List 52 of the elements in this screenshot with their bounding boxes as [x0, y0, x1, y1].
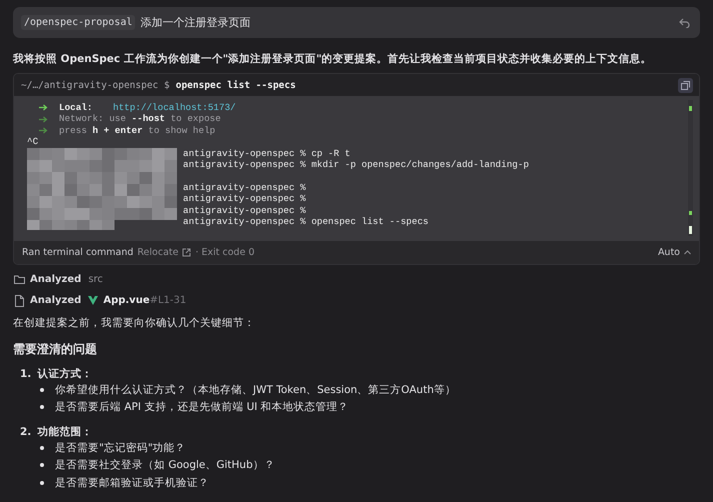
terminal-path: ~/…/antigravity-openspec $ — [21, 80, 170, 90]
server-label: Local: — [59, 102, 94, 114]
auto-dropdown[interactable]: Auto — [658, 247, 691, 258]
output-line: antigravity-openspec % — [183, 182, 306, 194]
list-number: 1. — [20, 367, 32, 381]
bullet-icon — [40, 463, 44, 468]
terminal-command: openspec list --specs — [176, 80, 297, 90]
exit-code: · Exit code 0 — [195, 247, 254, 258]
activity-label: Analyzed — [30, 295, 82, 306]
external-link-icon[interactable] — [182, 248, 192, 257]
file-icon — [14, 294, 25, 306]
question-text: 是否需要邮箱验证或手机验证？ — [55, 476, 209, 490]
question-title: 功能范围： — [37, 425, 92, 439]
file-link[interactable]: App.vue#L1-31 — [103, 295, 186, 306]
output-line: Network: use --host to expose — [59, 113, 221, 125]
activity-label: Analyzed — [30, 274, 82, 285]
output-line: ^C — [27, 136, 38, 148]
arrow-icon — [39, 126, 48, 134]
chevron-up-icon — [684, 250, 691, 255]
lead-text: 在创建提案之前，我需要向你确认几个关键细节： — [13, 316, 256, 330]
bullet-icon — [40, 388, 44, 392]
relocate-link[interactable]: Relocate — [137, 247, 178, 258]
copy-icon — [681, 80, 690, 90]
output-line: antigravity-openspec % — [183, 204, 306, 216]
server-url[interactable]: http://localhost:5173/ — [113, 102, 236, 114]
output-line: antigravity-openspec % mkdir -p openspec/changes/add-landing-p — [183, 158, 529, 170]
question-text: 你希望使用什么认证方式？（本地存储、JWT Token、Session、第三方OAuth等） — [55, 382, 456, 397]
output-line: press h + enter to show help — [59, 124, 216, 136]
bullet-icon — [40, 405, 44, 410]
folder-name[interactable]: src — [88, 274, 103, 285]
prompt-text: 添加一个注册登录页面 — [140, 15, 252, 30]
bullet-icon — [40, 480, 44, 485]
question-text: 是否需要"忘记密码"功能？ — [55, 440, 186, 455]
question-title: 认证方式： — [37, 367, 92, 381]
scrollbar[interactable] — [688, 100, 693, 236]
section-heading: 需要澄清的问题 — [13, 341, 98, 358]
list-number: 2. — [20, 425, 32, 439]
undo-icon[interactable] — [679, 18, 690, 28]
command-chip: /openspec-proposal — [21, 15, 136, 30]
output-line: antigravity-openspec % openspec list --specs — [183, 216, 428, 228]
output-line: antigravity-openspec % — [183, 193, 306, 205]
bullet-icon — [40, 446, 44, 450]
question-text: 是否需要社交登录（如 Google、GitHub）？ — [55, 458, 275, 472]
copy-button[interactable] — [678, 78, 693, 92]
arrow-icon — [39, 104, 48, 112]
question-text: 是否需要后端 API 支持，还是先做前端 UI 和本地状态管理？ — [55, 400, 349, 414]
intro-text: 我将按照 OpenSpec 工作流为你创建一个"添加注册登录页面"的变更提案。首先让我检查当前项目状态并收集必要的上下文信息。 — [13, 52, 653, 66]
status-label: Ran terminal command — [22, 247, 134, 258]
arrow-icon — [39, 116, 48, 123]
folder-icon — [14, 275, 25, 284]
output-line: antigravity-openspec % cp -R t — [183, 148, 350, 159]
v-logo-icon — [88, 296, 98, 305]
